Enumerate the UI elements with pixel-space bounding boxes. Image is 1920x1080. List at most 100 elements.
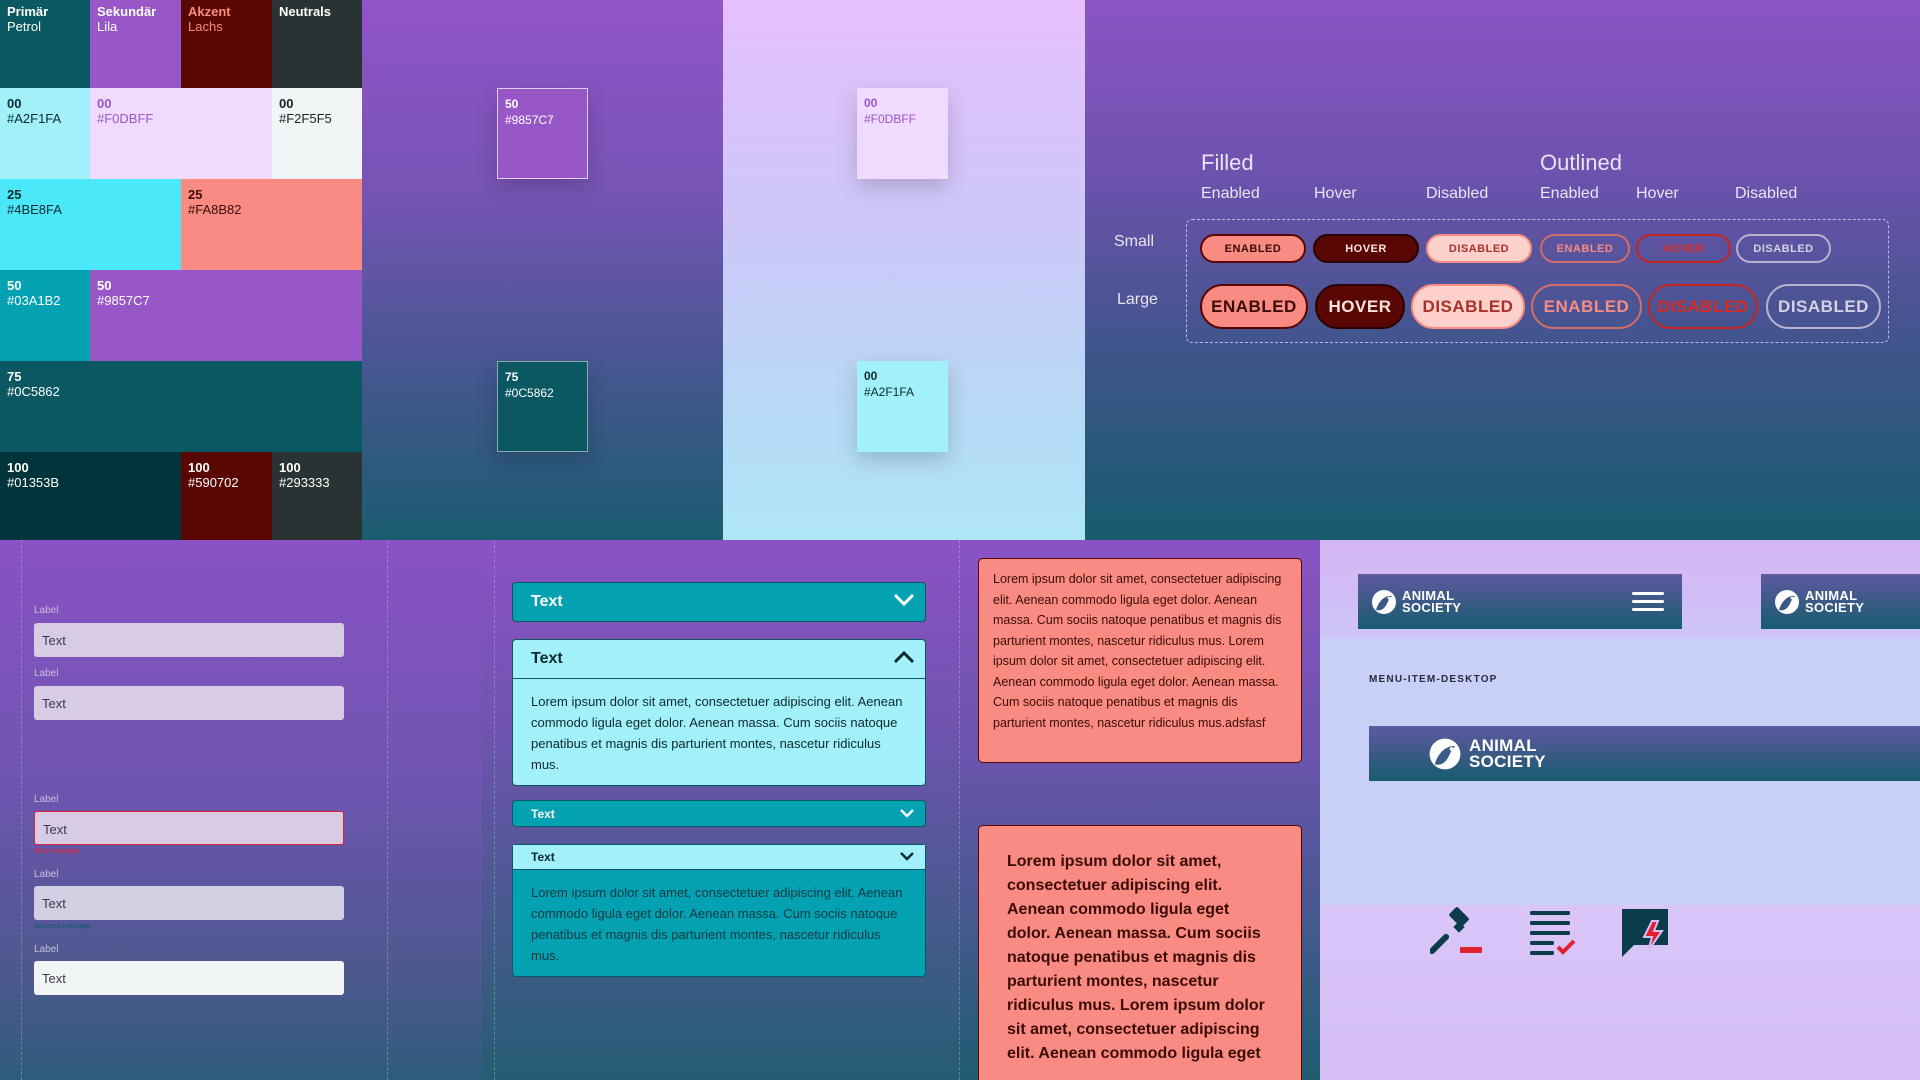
form-fields-panel: Label Text Label Text Label Text Error m… [0, 540, 482, 1080]
palette-header-sub: Petrol [7, 19, 41, 34]
field-label: Label [34, 605, 59, 616]
swatch-lila-00: 00 #F0DBFF [90, 88, 272, 179]
swatch-step: 25 [7, 187, 22, 202]
brand-panel: ANIMAL SOCIETY ANIMAL SOCIETY MENU-ITEM-… [1320, 540, 1920, 1080]
swatch-hex: #01353B [7, 475, 60, 490]
swatch-hex: #FA8B82 [188, 202, 242, 217]
swatch-petrol-100: 100 #01353B [0, 452, 181, 540]
swatch-hex: #A2F1FA [7, 111, 62, 126]
accordion-collapsed-small[interactable]: Text [512, 800, 926, 827]
swatch-petrol-25: 25 #4BE8FA [0, 179, 181, 270]
field-label: Label [34, 668, 59, 679]
swatch-step: 00 [279, 96, 294, 111]
logo-line2: SOCIETY [1402, 599, 1462, 615]
outlined-small-enabled-button[interactable]: ENABLED [1540, 234, 1630, 263]
size-label-small: Small [1114, 233, 1155, 250]
text-cards-panel: Lorem ipsum dolor sit amet, consectetuer… [960, 540, 1320, 1080]
text-input[interactable]: Text [34, 623, 344, 657]
swatch-hex: #03A1B2 [7, 293, 61, 308]
logo-line2: SOCIETY [1805, 599, 1865, 615]
logo-bird-icon [1775, 589, 1799, 614]
palette-header-title: Sekundär [97, 4, 157, 19]
swatch-petrol-75: 75 #0C5862 [0, 361, 362, 452]
text-input-error[interactable]: Text [34, 811, 344, 845]
chevron-up-icon[interactable] [893, 650, 915, 669]
swatch-lila-00-sample: 00 #F0DBFF [857, 88, 948, 179]
filled-heading: Filled [1201, 150, 1254, 175]
error-message: Error message [34, 848, 80, 855]
swatch-on-purple-panel: 50 #9857C7 75 #0C5862 [362, 0, 723, 540]
logo[interactable]: ANIMAL SOCIETY [1427, 736, 1546, 772]
swatch-step: 100 [7, 460, 29, 475]
text-input[interactable]: Text [34, 686, 344, 720]
swatch-step: 00 [864, 369, 878, 383]
swatch-lila-50: 50 #9857C7 [90, 270, 362, 361]
swatch-lila-50-sample: 50 #9857C7 [497, 88, 588, 179]
accordion-expanded-large[interactable]: Text Lorem ipsum dolor sit amet, consect… [512, 639, 926, 786]
swatch-lachs-100: 100 #590702 [181, 452, 272, 540]
state-label: Hover [1314, 185, 1357, 202]
success-message: Success message [34, 923, 91, 930]
logo-line2: SOCIETY [1469, 751, 1546, 771]
swatch-petrol-00: 00 #A2F1FA [0, 88, 90, 179]
menu-item-label: MENU-ITEM-DESKTOP [1369, 674, 1498, 685]
outlined-large-enabled-button[interactable]: ENABLED [1531, 284, 1642, 329]
chevron-down-icon[interactable] [899, 850, 915, 864]
logo[interactable]: ANIMAL SOCIETY [1773, 588, 1864, 616]
logo-bird-icon [1429, 738, 1461, 769]
buttons-panel: Filled Outlined Enabled Hover Disabled E… [1085, 0, 1920, 540]
outlined-large-disabled-button: DISABLED [1766, 284, 1881, 329]
filled-large-disabled-button: DISABLED [1411, 284, 1525, 329]
state-label: Disabled [1735, 185, 1798, 202]
text-card-small: Lorem ipsum dolor sit amet, consectetuer… [978, 558, 1302, 763]
swatch-neutral-00: 00 #F2F5F5 [272, 88, 362, 179]
filled-small-enabled-button[interactable]: ENABLED [1200, 234, 1306, 263]
filled-large-hover-button[interactable]: HOVER [1315, 284, 1405, 329]
swatch-hex: #F0DBFF [864, 112, 917, 126]
accordion-expanded-small[interactable]: Text Lorem ipsum dolor sit amet, consect… [512, 844, 926, 977]
text-input[interactable]: Text [34, 961, 344, 995]
swatch-step: 100 [188, 460, 210, 475]
outlined-small-hover-button[interactable]: HOVER [1636, 234, 1731, 263]
outlined-small-disabled-button: DISABLED [1736, 234, 1831, 263]
field-label: Label [34, 944, 59, 955]
swatch-step: 75 [7, 369, 22, 384]
swatch-lachs-25: 25 #FA8B82 [181, 179, 362, 270]
state-label: Disabled [1426, 185, 1489, 202]
swatch-step: 100 [279, 460, 301, 475]
field-label: Label [34, 794, 59, 805]
filled-small-disabled-button: DISABLED [1426, 234, 1532, 263]
hamburger-menu-icon[interactable] [1632, 587, 1664, 616]
palette-header-primary: Primär Petrol [0, 0, 90, 88]
swatch-hex: #9857C7 [505, 113, 554, 127]
swatch-neutral-100: 100 #293333 [272, 452, 362, 540]
palette-header-title: Primär [7, 4, 49, 19]
filled-small-hover-button[interactable]: HOVER [1313, 234, 1419, 263]
filled-large-enabled-button[interactable]: ENABLED [1200, 284, 1308, 329]
swatch-hex: #590702 [188, 475, 239, 490]
guide-line [21, 540, 22, 1080]
chevron-down-icon[interactable] [893, 593, 915, 612]
swatch-petrol-00-sample: 00 #A2F1FA [857, 361, 948, 452]
accordion-body: Lorem ipsum dolor sit amet, consectetuer… [531, 694, 903, 772]
state-label: Enabled [1201, 185, 1260, 202]
menu-item-desktop[interactable]: ANIMAL SOCIETY [1369, 726, 1920, 781]
swatch-hex: #293333 [279, 475, 330, 490]
state-label: Enabled [1540, 185, 1599, 202]
swatch-step: 00 [7, 96, 22, 111]
logo[interactable]: ANIMAL SOCIETY [1370, 588, 1461, 616]
swatch-petrol-75-sample: 75 #0C5862 [497, 361, 588, 452]
chevron-down-icon[interactable] [899, 807, 915, 821]
swatch-petrol-50: 50 #03A1B2 [0, 270, 90, 361]
field-label: Label [34, 869, 59, 880]
size-label-large: Large [1117, 291, 1158, 308]
text-input-success[interactable]: Text [34, 886, 344, 920]
outlined-large-hover-button[interactable]: DISABLED [1648, 284, 1758, 329]
outlined-heading: Outlined [1540, 150, 1622, 175]
swatch-step: 50 [97, 278, 112, 293]
swatch-step: 25 [188, 187, 203, 202]
accordion-collapsed-large[interactable]: Text [512, 582, 926, 622]
accordion-body: Lorem ipsum dolor sit amet, consectetuer… [531, 885, 903, 963]
palette-header-neutrals: Neutrals [272, 0, 362, 88]
text-card-large: Lorem ipsum dolor sit amet, consectetuer… [978, 825, 1302, 1080]
